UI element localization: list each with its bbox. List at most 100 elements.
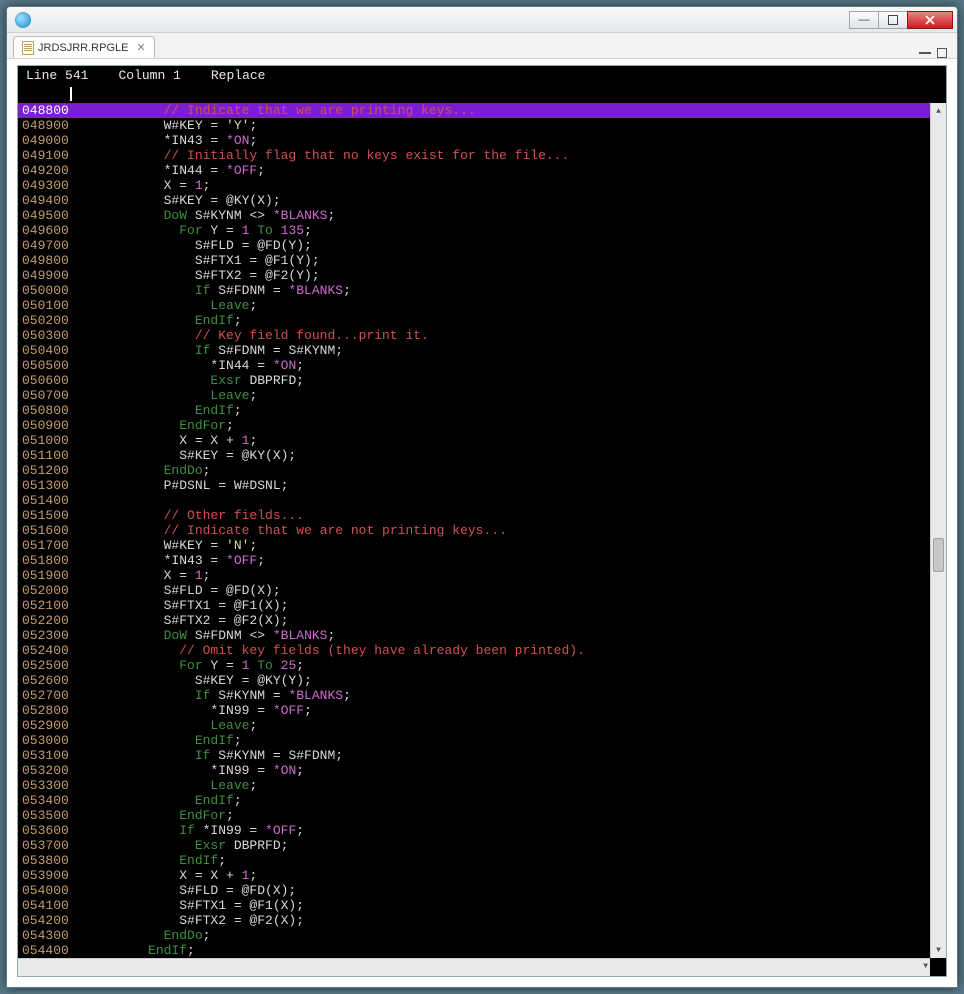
- code-line[interactable]: 053200 *IN99 = *ON;: [18, 763, 930, 778]
- line-number: 049400: [18, 193, 66, 208]
- code-text: S#FTX2 = @F2(X);: [66, 613, 930, 628]
- code-line[interactable]: 051800 *IN43 = *OFF;: [18, 553, 930, 568]
- scroll-down-icon[interactable]: ▼: [931, 942, 946, 958]
- code-text: EndFor;: [66, 808, 930, 823]
- line-number: 049500: [18, 208, 66, 223]
- code-line[interactable]: 049100 // Initially flag that no keys ex…: [18, 148, 930, 163]
- code-text: S#FLD = @FD(X);: [66, 883, 930, 898]
- code-line[interactable]: 049500 DoW S#KYNM <> *BLANKS;: [18, 208, 930, 223]
- scroll-up-icon[interactable]: ▲: [931, 103, 946, 119]
- vertical-scroll-thumb[interactable]: [933, 538, 944, 572]
- code-line[interactable]: 052500 For Y = 1 To 25;: [18, 658, 930, 673]
- code-line[interactable]: 050800 EndIf;: [18, 403, 930, 418]
- line-number: 051500: [18, 508, 66, 523]
- line-number: 049300: [18, 178, 66, 193]
- line-number: 053900: [18, 868, 66, 883]
- code-line[interactable]: 052900 Leave;: [18, 718, 930, 733]
- line-number: 050500: [18, 358, 66, 373]
- code-line[interactable]: 049000 *IN43 = *ON;: [18, 133, 930, 148]
- code-line[interactable]: 050200 EndIf;: [18, 313, 930, 328]
- code-line[interactable]: 049900 S#FTX2 = @F2(Y);: [18, 268, 930, 283]
- vertical-scrollbar[interactable]: ▲ ▼: [930, 103, 946, 958]
- minimize-button[interactable]: —: [849, 11, 879, 29]
- code-line[interactable]: 053700 Exsr DBPRFD;: [18, 838, 930, 853]
- code-line[interactable]: 052400 // Omit key fields (they have alr…: [18, 643, 930, 658]
- code-line[interactable]: 054400 EndIf;: [18, 943, 930, 958]
- code-line[interactable]: 051200 EndDo;: [18, 463, 930, 478]
- code-line[interactable]: 053500 EndFor;: [18, 808, 930, 823]
- tab-close-icon[interactable]: ✕: [136, 41, 145, 54]
- editor-tab[interactable]: JRDSJRR.RPGLE ✕: [13, 36, 155, 58]
- code-line[interactable]: 050300 // Key field found...print it.: [18, 328, 930, 343]
- code-line[interactable]: 049600 For Y = 1 To 135;: [18, 223, 930, 238]
- close-button[interactable]: [907, 11, 953, 29]
- code-line[interactable]: 051400: [18, 493, 930, 508]
- horizontal-scrollbar[interactable]: ▼: [18, 958, 930, 976]
- code-line[interactable]: 053900 X = X + 1;: [18, 868, 930, 883]
- code-line[interactable]: 054100 S#FTX1 = @F1(X);: [18, 898, 930, 913]
- code-line[interactable]: 050600 Exsr DBPRFD;: [18, 373, 930, 388]
- code-line[interactable]: 050700 Leave;: [18, 388, 930, 403]
- code-line[interactable]: 052200 S#FTX2 = @F2(X);: [18, 613, 930, 628]
- code-text: X = X + 1;: [66, 433, 930, 448]
- line-number: 050300: [18, 328, 66, 343]
- code-line[interactable]: 049200 *IN44 = *OFF;: [18, 163, 930, 178]
- code-line[interactable]: 052700 If S#KYNM = *BLANKS;: [18, 688, 930, 703]
- code-line[interactable]: 054300 EndDo;: [18, 928, 930, 943]
- code-line[interactable]: 049300 X = 1;: [18, 178, 930, 193]
- code-line[interactable]: 050000 If S#FDNM = *BLANKS;: [18, 283, 930, 298]
- code-line[interactable]: 053100 If S#KYNM = S#FDNM;: [18, 748, 930, 763]
- code-line[interactable]: 051900 X = 1;: [18, 568, 930, 583]
- code-line[interactable]: 053400 EndIf;: [18, 793, 930, 808]
- code-line[interactable]: 053000 EndIf;: [18, 733, 930, 748]
- code-line[interactable]: 053600 If *IN99 = *OFF;: [18, 823, 930, 838]
- code-line[interactable]: 052800 *IN99 = *OFF;: [18, 703, 930, 718]
- code-line[interactable]: 050500 *IN44 = *ON;: [18, 358, 930, 373]
- line-number: 050400: [18, 343, 66, 358]
- code-line[interactable]: 050900 EndFor;: [18, 418, 930, 433]
- line-number: 052900: [18, 718, 66, 733]
- column-ruler: ....+....1....+....2....+....3....+....4…: [17, 85, 947, 103]
- code-text: // Key field found...print it.: [66, 328, 930, 343]
- code-line[interactable]: 051500 // Other fields...: [18, 508, 930, 523]
- code-line[interactable]: 048900 W#KEY = 'Y';: [18, 118, 930, 133]
- code-text: W#KEY = 'N';: [66, 538, 930, 553]
- line-number: 051300: [18, 478, 66, 493]
- code-viewport[interactable]: 048800 // Indicate that we are printing …: [17, 103, 947, 977]
- code-text: *IN44 = *ON;: [66, 358, 930, 373]
- line-number: 052400: [18, 643, 66, 658]
- line-number: 053600: [18, 823, 66, 838]
- code-line[interactable]: 049700 S#FLD = @FD(Y);: [18, 238, 930, 253]
- maximize-button[interactable]: [878, 11, 908, 29]
- editor-area: Line 541 Column 1 Replace ....+....1....…: [7, 59, 957, 987]
- titlebar[interactable]: —: [7, 7, 957, 33]
- code-line[interactable]: 050100 Leave;: [18, 298, 930, 313]
- code-line[interactable]: 048800 // Indicate that we are printing …: [18, 103, 930, 118]
- code-line[interactable]: 052600 S#KEY = @KY(Y);: [18, 673, 930, 688]
- code-line[interactable]: 052000 S#FLD = @FD(X);: [18, 583, 930, 598]
- code-line[interactable]: 051300 P#DSNL = W#DSNL;: [18, 478, 930, 493]
- line-number: 054000: [18, 883, 66, 898]
- status-line: Line 541: [26, 68, 88, 83]
- code-text: S#FLD = @FD(Y);: [66, 238, 930, 253]
- scroll-right-icon[interactable]: ▼: [923, 962, 928, 971]
- code-line[interactable]: 051700 W#KEY = 'N';: [18, 538, 930, 553]
- code-line[interactable]: 053800 EndIf;: [18, 853, 930, 868]
- maximize-pane-icon[interactable]: [937, 48, 947, 58]
- code-line[interactable]: 052300 DoW S#FDNM <> *BLANKS;: [18, 628, 930, 643]
- code-line[interactable]: 051600 // Indicate that we are not print…: [18, 523, 930, 538]
- code-line[interactable]: 052100 S#FTX1 = @F1(X);: [18, 598, 930, 613]
- code-line[interactable]: 053300 Leave;: [18, 778, 930, 793]
- minimize-pane-icon[interactable]: [919, 52, 931, 54]
- code-line[interactable]: 051100 S#KEY = @KY(X);: [18, 448, 930, 463]
- code-line[interactable]: 049400 S#KEY = @KY(X);: [18, 193, 930, 208]
- code-line[interactable]: 049800 S#FTX1 = @F1(Y);: [18, 253, 930, 268]
- code-line[interactable]: 050400 If S#FDNM = S#KYNM;: [18, 343, 930, 358]
- line-number: 051100: [18, 448, 66, 463]
- code-line[interactable]: 054200 S#FTX2 = @F2(X);: [18, 913, 930, 928]
- code-line[interactable]: 054000 S#FLD = @FD(X);: [18, 883, 930, 898]
- code-line[interactable]: 051000 X = X + 1;: [18, 433, 930, 448]
- line-number: 050000: [18, 283, 66, 298]
- code-text: S#FLD = @FD(X);: [66, 583, 930, 598]
- app-window: — JRDSJRR.RPGLE ✕ Line 541 Column 1 Repl…: [6, 6, 958, 988]
